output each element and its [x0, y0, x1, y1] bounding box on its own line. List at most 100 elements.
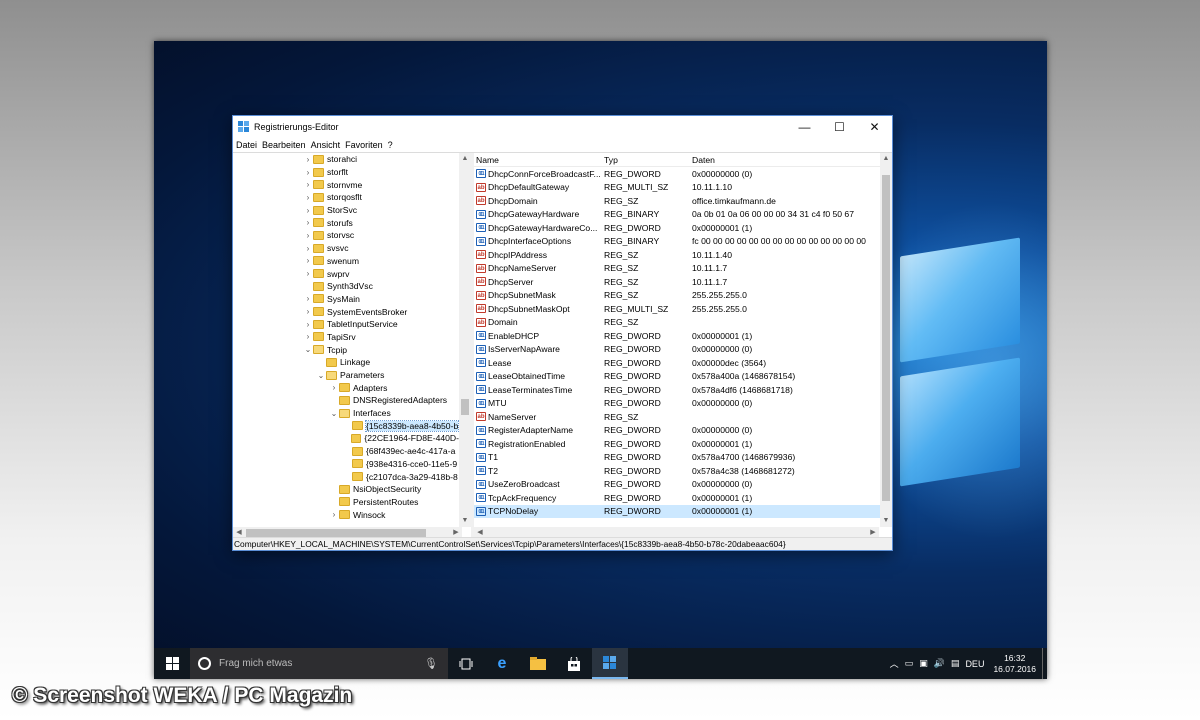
tree-item[interactable]: › storufs [233, 216, 459, 229]
value-row[interactable]: ab DhcpSubnetMask REG_SZ 255.255.255.0 [474, 289, 892, 303]
chevron-right-icon[interactable]: › [303, 244, 313, 253]
task-view-button[interactable] [448, 648, 484, 679]
chevron-right-icon[interactable]: › [303, 269, 313, 278]
value-row[interactable]: ab DhcpDomain REG_SZ office.timkaufmann.de [474, 194, 892, 208]
tree-item[interactable]: {938e4316-cce0-11e5-9 [233, 458, 459, 471]
chevron-right-icon[interactable]: › [303, 180, 313, 189]
tree-item[interactable]: › TabletInputService [233, 318, 459, 331]
column-type[interactable]: Typ [603, 155, 692, 165]
value-row[interactable]: ab DhcpDefaultGateway REG_MULTI_SZ 10.11.1.… [474, 181, 892, 195]
scroll-up-icon[interactable]: ▲ [880, 153, 892, 165]
value-row[interactable]: 011 MTU REG_DWORD 0x00000000 (0) [474, 397, 892, 411]
value-row[interactable]: 011 UseZeroBroadcast REG_DWORD 0x00000000 (… [474, 478, 892, 492]
tree-item[interactable]: › SysMain [233, 293, 459, 306]
value-row[interactable]: 011 T1 REG_DWORD 0x578a4700 (1468679936) [474, 451, 892, 465]
value-row[interactable]: ab DhcpIPAddress REG_SZ 10.11.1.40 [474, 248, 892, 262]
chevron-right-icon[interactable]: › [303, 256, 313, 265]
chevron-down-icon[interactable]: ⌄ [316, 371, 326, 380]
value-row[interactable]: 011 DhcpGatewayHardware REG_BINARY 0a 0b 01… [474, 208, 892, 222]
chevron-down-icon[interactable]: ⌄ [329, 409, 339, 418]
chevron-right-icon[interactable]: › [303, 206, 313, 215]
tree-scroll-thumb[interactable] [461, 399, 469, 415]
chevron-right-icon[interactable]: › [303, 332, 313, 341]
file-explorer-button[interactable] [520, 648, 556, 679]
chevron-up-icon[interactable]: ︿ [887, 657, 902, 670]
tree-item[interactable]: › storahci [233, 153, 459, 166]
tree-item[interactable]: › swenum [233, 255, 459, 268]
tree-item[interactable]: ⌄ Interfaces [233, 407, 459, 420]
tree-item[interactable]: ⌄ Parameters [233, 369, 459, 382]
microphone-icon[interactable]: 🎙 [424, 657, 438, 670]
tree-hscroll-thumb[interactable] [246, 529, 426, 537]
tree-item[interactable]: {15c8339b-aea8-4b50-b [233, 419, 459, 432]
value-row[interactable]: 011 TCPNoDelay REG_DWORD 0x00000001 (1) [474, 504, 892, 518]
value-row[interactable]: 011 LeaseObtainedTime REG_DWORD 0x578a400a … [474, 370, 892, 384]
scroll-down-icon[interactable]: ▼ [880, 515, 892, 527]
tree-item[interactable]: › svsvc [233, 242, 459, 255]
tree-vertical-scrollbar[interactable]: ▲ ▼ [459, 153, 471, 527]
tree-item[interactable]: › SystemEventsBroker [233, 305, 459, 318]
action-center-icon[interactable]: ▤ [948, 658, 963, 669]
chevron-right-icon[interactable]: › [303, 320, 313, 329]
clock[interactable]: 16:32 16.07.2016 [987, 653, 1042, 675]
column-name[interactable]: Name [474, 155, 603, 165]
tree-item[interactable]: NsiObjectSecurity [233, 483, 459, 496]
edge-button[interactable]: e [484, 648, 520, 679]
value-row[interactable]: 011 RegistrationEnabled REG_DWORD 0x0000000… [474, 437, 892, 451]
value-row[interactable]: 011 EnableDHCP REG_DWORD 0x00000001 (1) [474, 329, 892, 343]
network-icon[interactable]: ▣ [916, 658, 931, 669]
value-row[interactable]: 011 DhcpGatewayHardwareCo... REG_DWORD 0x00… [474, 221, 892, 235]
tree-item[interactable]: PersistentRoutes [233, 496, 459, 509]
column-data[interactable]: Daten [692, 155, 892, 165]
minimize-button[interactable]: — [787, 116, 822, 138]
close-button[interactable]: ✕ [857, 116, 892, 138]
menu-bearbeiten[interactable]: Bearbeiten [261, 140, 310, 150]
value-row[interactable]: 011 RegisterAdapterName REG_DWORD 0x0000000… [474, 424, 892, 438]
tree-item[interactable]: Synth3dVsc [233, 280, 459, 293]
tree-item[interactable]: {c2107dca-3a29-418b-8 [233, 470, 459, 483]
volume-icon[interactable]: 🔊 [931, 658, 948, 669]
start-button[interactable] [154, 648, 190, 679]
value-row[interactable]: 011 LeaseTerminatesTime REG_DWORD 0x578a4df… [474, 383, 892, 397]
value-row[interactable]: 011 TcpAckFrequency REG_DWORD 0x00000001 (1… [474, 491, 892, 505]
value-row[interactable]: 011 DhcpInterfaceOptions REG_BINARY fc 00 0… [474, 235, 892, 249]
chevron-right-icon[interactable]: › [303, 218, 313, 227]
tree-item[interactable]: › storqosflt [233, 191, 459, 204]
tree-item[interactable]: {22CE1964-FD8E-440D- [233, 432, 459, 445]
value-row[interactable]: ab NameServer REG_SZ [474, 410, 892, 424]
menu-help[interactable]: ? [387, 140, 397, 150]
menu-datei[interactable]: Datei [235, 140, 261, 150]
show-desktop-button[interactable] [1042, 648, 1047, 679]
chevron-right-icon[interactable]: › [329, 510, 339, 519]
value-row[interactable]: ab DhcpServer REG_SZ 10.11.1.7 [474, 275, 892, 289]
tree-item[interactable]: › storvsc [233, 229, 459, 242]
search-box[interactable]: Frag mich etwas 🎙 [190, 648, 448, 679]
tree-item[interactable]: › storflt [233, 166, 459, 179]
value-row[interactable]: ab DhcpSubnetMaskOpt REG_MULTI_SZ 255.255.2… [474, 302, 892, 316]
chevron-right-icon[interactable]: › [329, 383, 339, 392]
battery-icon[interactable]: ▭ [902, 658, 917, 669]
registry-editor-taskbar-button[interactable] [592, 648, 628, 679]
scroll-down-icon[interactable]: ▼ [459, 515, 471, 527]
chevron-right-icon[interactable]: › [303, 231, 313, 240]
chevron-right-icon[interactable]: › [303, 307, 313, 316]
tree-item[interactable]: › Adapters [233, 381, 459, 394]
value-row[interactable]: ab Domain REG_SZ [474, 316, 892, 330]
menu-ansicht[interactable]: Ansicht [310, 140, 345, 150]
chevron-right-icon[interactable]: › [303, 193, 313, 202]
value-row[interactable]: 011 IsServerNapAware REG_DWORD 0x00000000 (… [474, 343, 892, 357]
title-bar[interactable]: Registrierungs-Editor — ☐ ✕ [233, 116, 892, 138]
chevron-right-icon[interactable]: › [303, 294, 313, 303]
store-button[interactable] [556, 648, 592, 679]
value-row[interactable]: 011 T2 REG_DWORD 0x578a4c38 (1468681272) [474, 464, 892, 478]
menu-favoriten[interactable]: Favoriten [344, 140, 387, 150]
tree-item[interactable]: › StorSvc [233, 204, 459, 217]
input-language[interactable]: DEU [962, 659, 987, 669]
tree-item[interactable]: › swprv [233, 267, 459, 280]
list-scroll-thumb[interactable] [882, 175, 890, 501]
value-row[interactable]: 011 Lease REG_DWORD 0x00000dec (3564) [474, 356, 892, 370]
chevron-down-icon[interactable]: ⌄ [303, 345, 313, 354]
tree-item[interactable]: {68f439ec-ae4c-417a-a [233, 445, 459, 458]
chevron-right-icon[interactable]: › [303, 155, 313, 164]
chevron-right-icon[interactable]: › [303, 168, 313, 177]
